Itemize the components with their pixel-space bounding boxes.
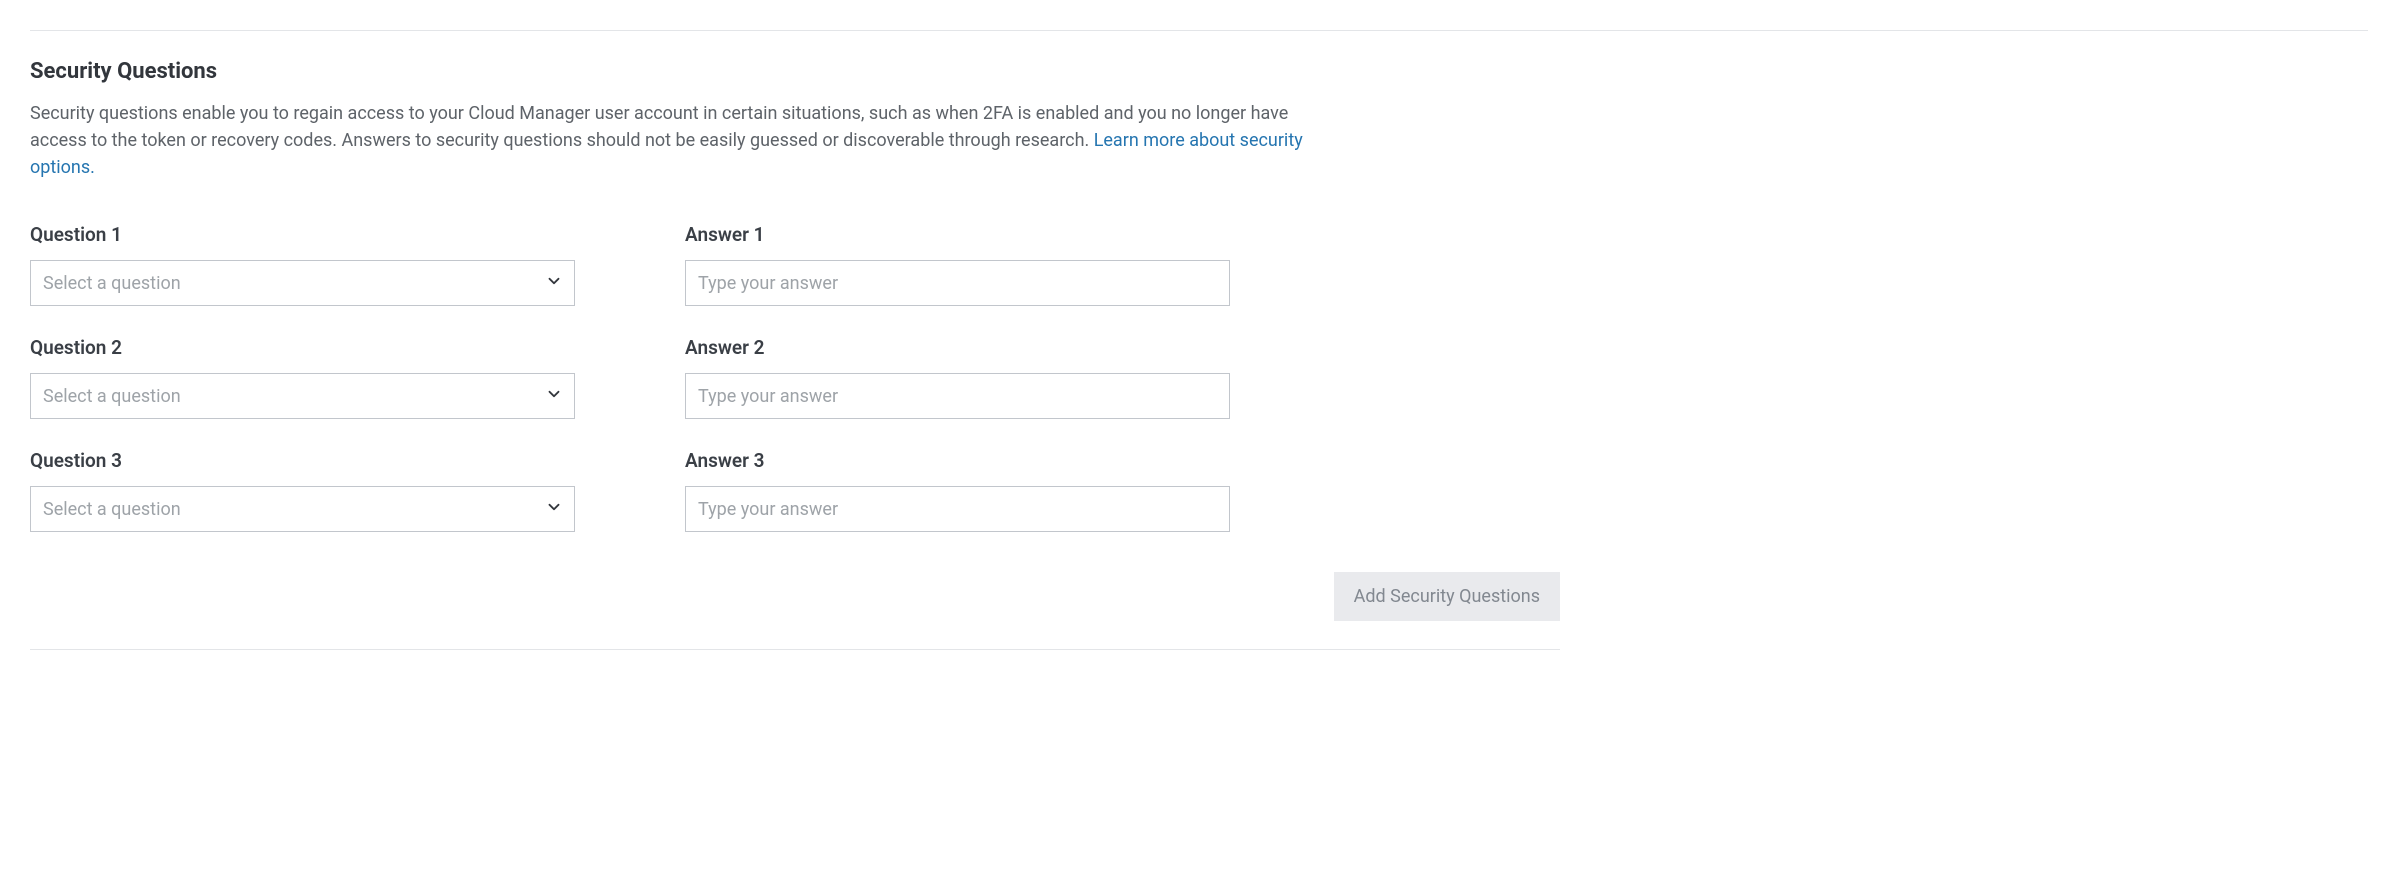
question-1-select-value: Select a question xyxy=(30,260,575,306)
question-3-select-value: Select a question xyxy=(30,486,575,532)
question-3-group: Question 3 Select a question xyxy=(30,449,575,532)
section-title: Security Questions xyxy=(30,59,2368,84)
question-1-group: Question 1 Select a question xyxy=(30,223,575,306)
section-description: Security questions enable you to regain … xyxy=(30,100,1310,181)
answer-1-input[interactable] xyxy=(685,260,1230,306)
answer-2-group: Answer 2 xyxy=(685,336,1230,419)
answer-1-group: Answer 1 xyxy=(685,223,1230,306)
question-3-label: Question 3 xyxy=(30,449,575,472)
question-2-select-value: Select a question xyxy=(30,373,575,419)
security-questions-form: Question 1 Select a question Answer 1 Qu… xyxy=(30,223,2368,532)
actions-row: Add Security Questions xyxy=(30,572,1560,621)
answer-3-label: Answer 3 xyxy=(685,449,1230,472)
question-2-select[interactable]: Select a question xyxy=(30,373,575,419)
answer-3-input[interactable] xyxy=(685,486,1230,532)
answer-3-group: Answer 3 xyxy=(685,449,1230,532)
question-2-label: Question 2 xyxy=(30,336,575,359)
answer-2-label: Answer 2 xyxy=(685,336,1230,359)
question-1-select[interactable]: Select a question xyxy=(30,260,575,306)
answer-2-input[interactable] xyxy=(685,373,1230,419)
question-1-label: Question 1 xyxy=(30,223,575,246)
question-3-select[interactable]: Select a question xyxy=(30,486,575,532)
answer-1-label: Answer 1 xyxy=(685,223,1230,246)
add-security-questions-button[interactable]: Add Security Questions xyxy=(1334,572,1560,621)
question-2-group: Question 2 Select a question xyxy=(30,336,575,419)
divider-bottom xyxy=(30,649,1560,650)
divider-top xyxy=(30,30,2368,31)
